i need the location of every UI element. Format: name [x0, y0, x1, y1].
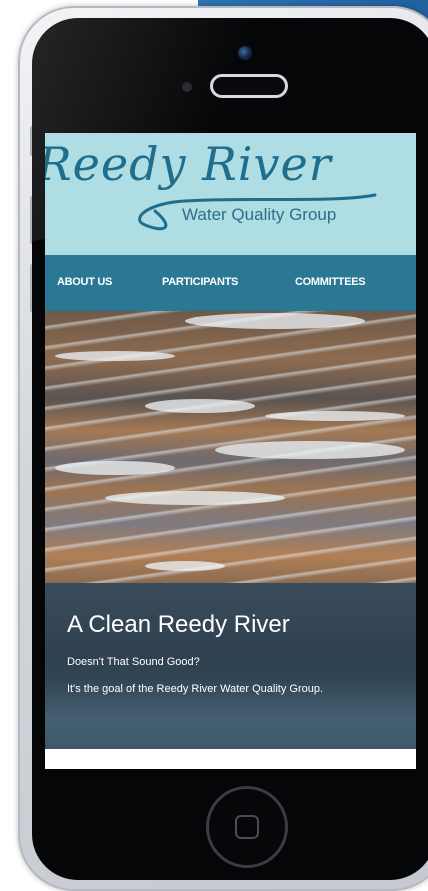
hero-subtitle: Doesn't That Sound Good? — [67, 656, 200, 668]
foam-highlight — [265, 411, 405, 421]
foam-highlight — [55, 461, 175, 475]
nav-about-us[interactable]: ABOUT US — [57, 276, 112, 288]
foam-highlight — [145, 561, 225, 571]
nav-participants[interactable]: PARTICIPANTS — [162, 276, 238, 288]
foam-highlight — [145, 399, 255, 413]
foam-highlight — [55, 351, 175, 361]
hero-description: It's the goal of the Reedy River Water Q… — [67, 683, 324, 695]
hero-caption-panel: A Clean Reedy River Doesn't That Sound G… — [45, 583, 416, 749]
foam-highlight — [105, 491, 285, 505]
front-camera-icon — [238, 46, 252, 60]
proximity-sensor — [182, 82, 192, 92]
hero-river-image — [45, 311, 416, 583]
foam-highlight — [185, 313, 365, 329]
logo-swash-icon — [138, 193, 377, 231]
logo-subtitle: Water Quality Group — [182, 205, 337, 224]
home-button[interactable] — [206, 786, 288, 868]
hero-title: A Clean Reedy River — [67, 611, 290, 638]
phone-screen: Reedy River Water Quality Group ABOUT US… — [45, 133, 416, 769]
main-navigation: ABOUT US PARTICIPANTS COMMITTEES — [45, 255, 416, 311]
earpiece-speaker — [210, 74, 288, 98]
home-button-square-icon — [235, 815, 259, 839]
nav-committees[interactable]: COMMITTEES — [295, 276, 366, 288]
foam-highlight — [215, 441, 405, 459]
site-header: Reedy River Water Quality Group — [45, 133, 416, 255]
